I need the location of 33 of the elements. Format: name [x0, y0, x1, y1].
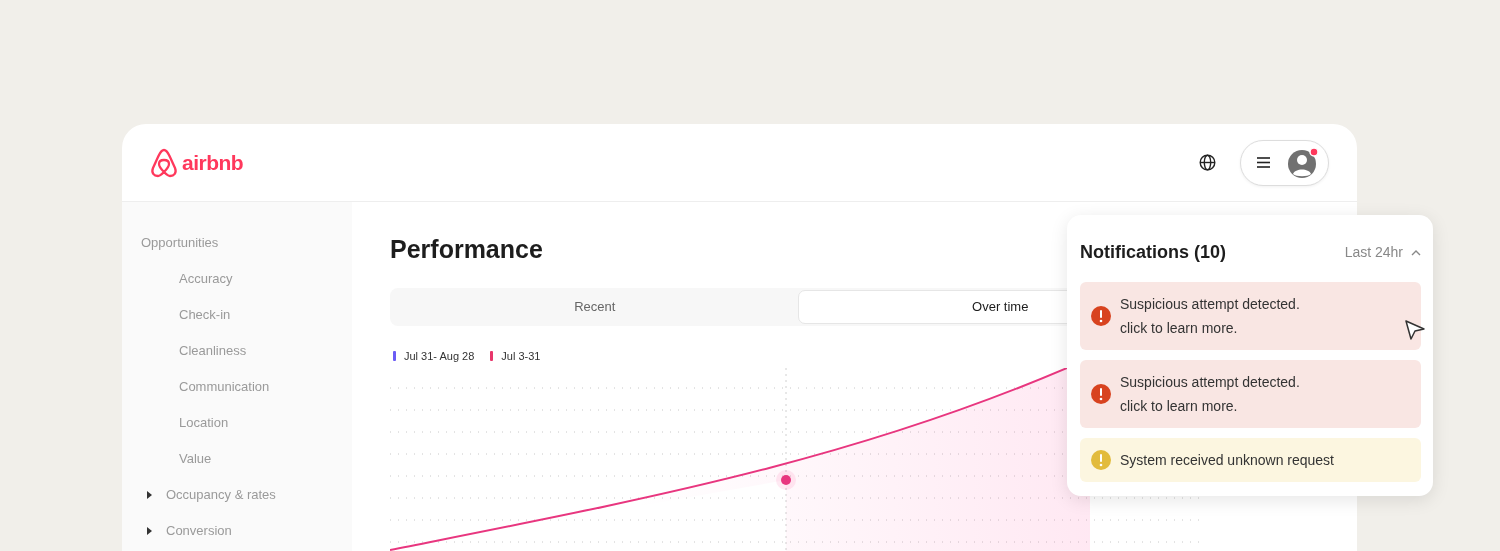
tab[interactable]: Recent — [392, 290, 798, 324]
notification-item[interactable]: Suspicious attempt detected. click to learn more. — [1080, 360, 1421, 428]
sidebar-subitem[interactable]: Value — [179, 451, 212, 467]
legend-label: Jul 31- Aug 28 — [404, 348, 475, 364]
warning-icon — [1090, 449, 1112, 471]
logo-text: airbnb — [182, 149, 244, 176]
notification-detail: click to learn more. — [1120, 397, 1239, 416]
sidebar-subitem[interactable]: Cleanliness — [179, 343, 247, 359]
notification-text: System received unknown request — [1120, 451, 1334, 470]
legend-label: Jul 3-31 — [501, 348, 541, 364]
cursor-icon — [1404, 319, 1426, 341]
time-filter[interactable]: Last 24hr — [1344, 242, 1421, 263]
notification-text: Suspicious attempt detected. — [1120, 373, 1300, 392]
sidebar-subitem[interactable]: Check-in — [179, 307, 231, 323]
sidebar-item[interactable]: Conversion — [166, 523, 232, 539]
logo-icon — [150, 147, 178, 178]
sidebar-item[interactable]: Occupancy & rates — [166, 487, 276, 503]
sidebar-subitem[interactable]: Accuracy — [179, 271, 233, 287]
panel-title: Notifications (10) — [1080, 241, 1226, 264]
alert-icon — [1090, 305, 1112, 327]
menu-icon — [1257, 157, 1270, 168]
account-menu-button[interactable] — [1240, 139, 1329, 186]
avatar-icon — [1286, 146, 1320, 179]
notification-item[interactable]: System received unknown request — [1080, 438, 1421, 482]
globe-icon[interactable] — [1199, 154, 1216, 171]
alert-icon — [1090, 383, 1112, 405]
sidebar-subitem[interactable]: Location — [179, 415, 229, 431]
chevron-up-icon — [1411, 249, 1421, 256]
page-title: Performance — [390, 234, 543, 264]
notification-item[interactable]: Suspicious attempt detected. click to learn more. — [1080, 282, 1421, 350]
sidebar-item[interactable]: Opportunities — [141, 235, 352, 271]
sidebar-subitem[interactable]: Communication — [179, 379, 270, 395]
data-point — [776, 470, 796, 490]
